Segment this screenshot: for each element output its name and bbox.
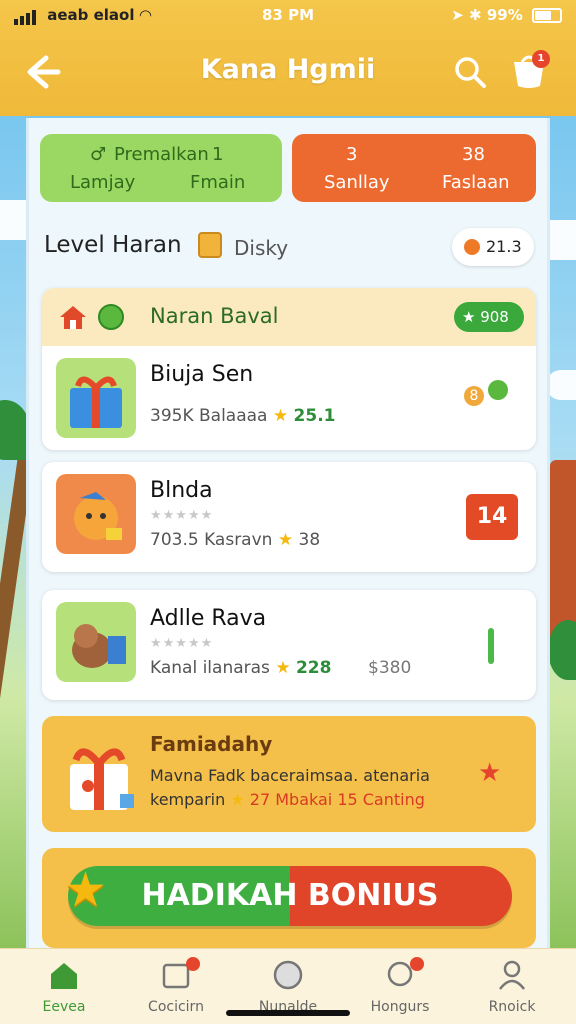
item-count-badge: 14 <box>466 494 518 540</box>
bluetooth-icon: ✱ <box>469 6 482 24</box>
item-name: Adlle Rava <box>150 606 267 631</box>
sprout-icon <box>488 380 509 400</box>
stat-card-green[interactable]: ♂ Premalkan 1 Lamjay Fmain <box>40 134 282 202</box>
item-name: Blnda <box>150 478 213 503</box>
promo-card[interactable]: Famiadahy Mavna Fadk baceraimsaa. atenar… <box>42 716 536 832</box>
item-rating: 38 <box>298 530 321 550</box>
item-meta-text: Kanal ilanaras <box>150 658 270 678</box>
stat-green-label: Premalkan <box>114 144 209 165</box>
status-right: ➤ ✱ 99% <box>451 6 562 24</box>
item-side-badges: 8 <box>464 380 509 406</box>
gift-box-icon <box>56 358 136 438</box>
cloud <box>546 370 576 400</box>
search-icon <box>455 57 486 88</box>
egg-icon <box>273 960 303 990</box>
star-icon: ★ <box>230 790 245 809</box>
house-icon <box>60 306 86 329</box>
level-title: Level Haran <box>44 232 182 258</box>
item-meta: Kanal ilanaras ★ 228 <box>150 658 331 678</box>
score-badge: ★ 908 <box>454 302 524 332</box>
item-meta-text: 395K Balaaaa <box>150 406 268 426</box>
promo-title: Famiadahy <box>150 732 273 756</box>
list-item[interactable]: Blnda ★★★★★ 703.5 Kasravn ★ 38 14 <box>42 462 536 572</box>
star-icon: ★ <box>64 862 108 918</box>
coin-balance[interactable]: 21.3 <box>452 228 534 266</box>
tab-label: Rnoick <box>488 999 536 1015</box>
page-title: Kana Hgmii <box>200 54 376 85</box>
list-item[interactable]: Adlle Rava ★★★★★ Kanal ilanaras ★ 228 $3… <box>42 590 536 700</box>
list-item[interactable]: Biuja Sen 395K Balaaaa ★ 25.1 8 <box>42 346 536 450</box>
dog-icon <box>56 602 136 682</box>
location-icon: ➤ <box>451 6 464 24</box>
star-icon: ★ <box>277 530 294 550</box>
star-icon: ★ <box>272 406 289 426</box>
search-button[interactable] <box>452 54 488 90</box>
tab-label: Hongurs <box>370 999 430 1015</box>
coin-icon <box>464 239 480 255</box>
cart-count-badge: 1 <box>532 50 550 68</box>
level-row: Level Haran Disky 21.3 <box>44 228 534 268</box>
stat-card-orange[interactable]: 3 38 Sanllay Faslaan <box>292 134 536 202</box>
promo-detail: kemparin ★ 27 Mbakai 15 Canting <box>150 790 425 809</box>
profile-icon <box>499 960 525 990</box>
battery-icon <box>532 8 562 23</box>
stat-green-sub-right: Fmain <box>190 172 246 193</box>
home-indicator[interactable] <box>226 1010 350 1016</box>
globe-icon <box>98 304 124 330</box>
level-subtitle: Disky <box>234 236 289 260</box>
stat-green-value: 1 <box>212 144 224 165</box>
person-icon: ♂ <box>90 144 107 165</box>
notification-dot <box>410 957 424 971</box>
item-meta: 395K Balaaaa ★ 25.1 <box>150 406 336 426</box>
group-header[interactable]: Naran Baval ★ 908 <box>42 288 536 346</box>
item-stars: ★★★★★ <box>150 508 214 523</box>
item-side-value: 8 <box>464 386 484 406</box>
item-stars: ★★★★★ <box>150 636 214 651</box>
progress-bar <box>488 628 494 664</box>
tab-home[interactable]: Eevea <box>14 957 114 1021</box>
stat-green-sub-left: Lamjay <box>70 172 136 193</box>
item-price: $380 <box>368 658 412 678</box>
tab-chat[interactable]: Hongurs <box>350 957 450 1021</box>
score-value: 908 <box>480 308 509 326</box>
promo-description: Mavna Fadk baceraimsaa. atenaria <box>150 766 430 785</box>
promo-detail-highlight: 27 Mbakai 15 Canting <box>249 790 425 809</box>
app-header: aeab elaol ◠ 83 PM ➤ ✱ 99% Kana Hgmii 1 <box>0 0 576 116</box>
character-icon <box>56 474 136 554</box>
stat-orange-sub-right: Faslaan <box>442 172 510 193</box>
tab-profile[interactable]: Rnoick <box>462 957 562 1021</box>
status-bar: aeab elaol ◠ 83 PM ➤ ✱ 99% <box>0 6 576 28</box>
stat-orange-value-left: 3 <box>346 144 358 165</box>
group-title: Naran Baval <box>150 304 279 328</box>
notification-dot <box>186 957 200 971</box>
home-icon <box>51 963 77 989</box>
stat-orange-sub-left: Sanllay <box>324 172 390 193</box>
item-meta: 703.5 Kasravn ★ 38 <box>150 530 320 550</box>
item-rating: 228 <box>295 658 332 678</box>
star-icon: ★ <box>478 758 502 788</box>
item-rating: 25.1 <box>293 406 336 426</box>
bonus-button[interactable]: HADIKAH BONIUS <box>68 866 512 926</box>
gift-icon <box>70 748 134 810</box>
bonus-section: HADIKAH BONIUS ★ <box>42 848 536 948</box>
item-name: Biuja Sen <box>150 362 254 387</box>
chest-icon <box>198 232 222 258</box>
coin-value: 21.3 <box>486 237 522 256</box>
item-meta-text: 703.5 Kasravn <box>150 530 273 550</box>
nav-bar: Kana Hgmii <box>0 42 576 102</box>
tab-label: Cocicirn <box>148 999 204 1015</box>
stat-orange-value-right: 38 <box>462 144 485 165</box>
tab-label: Eevea <box>42 999 86 1015</box>
tab-inbox[interactable]: Cocicirn <box>126 957 226 1021</box>
battery-label: 99% <box>486 6 523 24</box>
promo-detail-prefix: kemparin <box>150 790 226 809</box>
star-icon: ★ <box>275 658 291 678</box>
